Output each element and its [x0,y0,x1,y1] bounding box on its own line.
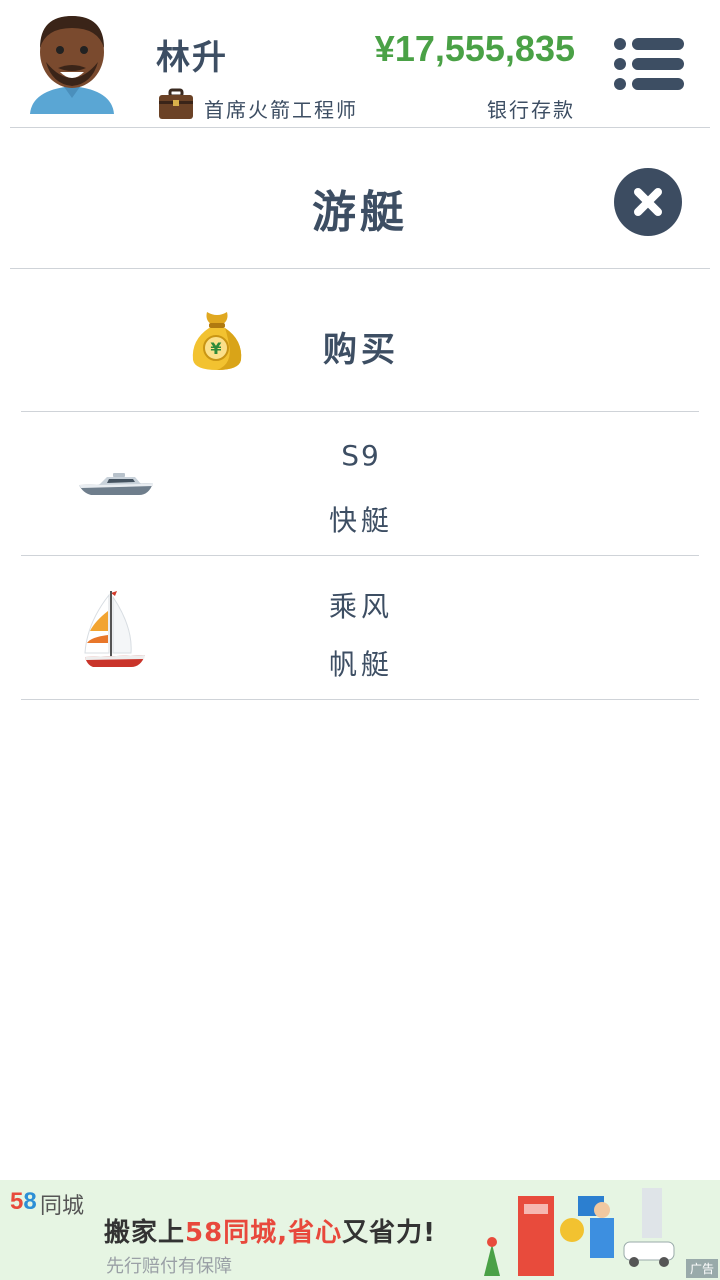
ad-subline: 先行赔付有保障 [106,1256,232,1277]
row-divider [21,699,699,700]
ad-illustration [484,1188,675,1276]
ad-brand-num-second-digit: 8 [23,1188,37,1215]
list-item-sailboat[interactable]: 乘风 帆艇 [21,557,699,699]
bank-balance-label: 银行存款 [487,98,575,122]
svg-text:¥: ¥ [210,339,221,358]
ad-headline-prefix: 搬家上 [104,1218,186,1248]
menu-button[interactable] [608,36,688,94]
player-avatar [30,16,114,114]
boat-type: 帆艇 [328,648,393,681]
ad-brand-num: 5 [10,1188,24,1215]
row-divider [21,411,699,412]
buy-label: 购买 [323,330,399,370]
page-title: 游艇 [312,187,408,238]
row-divider [21,555,699,556]
boat-name: S9 [341,439,381,472]
ad-headline-highlight: 58同城,省心 [185,1218,343,1248]
money-bag-icon: ¥ [192,312,242,370]
boat-type: 快艇 [328,504,393,537]
list-item-buy[interactable]: ¥ 购买 [21,270,699,412]
close-icon [634,188,662,216]
sailboat-icon [84,591,145,667]
ad-brand-logo: 58 [10,1188,37,1216]
ad-headline: 搬家上58同城,省心又省力! [104,1212,436,1249]
briefcase-icon [159,88,193,119]
boat-name: 乘风 [328,590,393,623]
ad-headline-suffix: 又省力! [342,1218,436,1248]
list-item-s9[interactable]: S9 快艇 [21,413,699,555]
job-title: 首席火箭工程师 [204,98,358,122]
close-button[interactable] [614,168,682,236]
player-name: 林升 [156,38,228,78]
speedboat-icon [79,473,153,495]
hamburger-menu-icon [614,38,684,90]
title-divider [10,268,710,269]
bank-balance: ¥17,555,835 [374,28,575,69]
header-divider [10,127,710,128]
ad-brand-text: 同城 [40,1194,85,1219]
